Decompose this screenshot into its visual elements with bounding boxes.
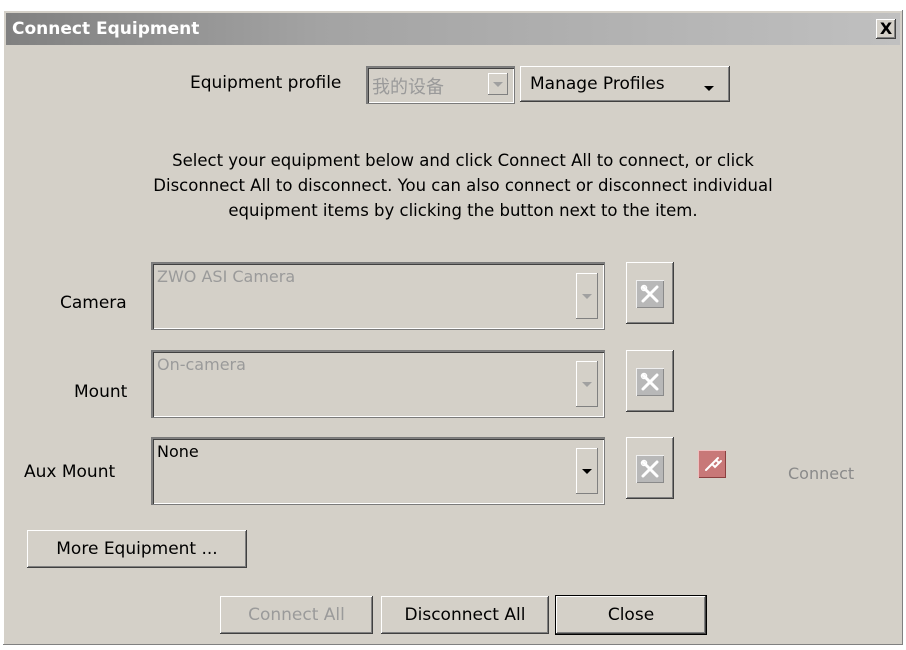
- camera-select[interactable]: ZWO ASI Camera: [151, 262, 605, 330]
- mount-setup-button[interactable]: [626, 350, 674, 412]
- aux-mount-value: None: [157, 442, 199, 461]
- disconnect-all-button[interactable]: Disconnect All: [381, 596, 549, 634]
- connect-equipment-dialog: Connect Equipment X Equipment profile 我的…: [3, 10, 903, 645]
- aux-mount-setup-button[interactable]: [626, 437, 674, 499]
- tools-icon: [636, 368, 664, 396]
- manage-profiles-label: Manage Profiles: [530, 74, 665, 94]
- chevron-down-icon: [582, 294, 592, 299]
- camera-value: ZWO ASI Camera: [157, 267, 296, 286]
- more-equipment-button[interactable]: More Equipment ...: [27, 530, 247, 568]
- close-window-button[interactable]: X: [876, 19, 896, 39]
- camera-setup-button[interactable]: [626, 262, 674, 324]
- close-button[interactable]: Close: [555, 595, 707, 635]
- title-bar: Connect Equipment X: [6, 13, 900, 45]
- camera-label: Camera: [60, 293, 127, 313]
- equipment-profile-value: 我的设备: [372, 77, 444, 98]
- aux-mount-connect-link[interactable]: Connect: [788, 464, 854, 483]
- aux-mount-label: Aux Mount: [24, 462, 116, 482]
- tools-icon: [636, 455, 664, 483]
- camera-dropdown[interactable]: [576, 273, 598, 319]
- plug-icon[interactable]: [698, 450, 726, 478]
- mount-select[interactable]: On-camera: [151, 350, 605, 418]
- equipment-profile-label: Equipment profile: [190, 73, 342, 93]
- chevron-down-icon: [582, 382, 592, 387]
- mount-dropdown[interactable]: [576, 361, 598, 407]
- instructions-text: Select your equipment below and click Co…: [153, 151, 773, 220]
- aux-mount-dropdown[interactable]: [576, 448, 598, 494]
- mount-label: Mount: [74, 382, 128, 402]
- equipment-profile-dropdown[interactable]: [488, 73, 508, 95]
- dialog-title: Connect Equipment: [12, 19, 200, 39]
- equipment-profile-select[interactable]: 我的设备: [366, 66, 515, 104]
- chevron-down-icon: [493, 82, 503, 87]
- chevron-down-icon: [704, 86, 714, 91]
- aux-mount-select[interactable]: None: [151, 437, 605, 505]
- connect-all-button[interactable]: Connect All: [220, 596, 373, 634]
- chevron-down-icon: [582, 469, 592, 474]
- mount-value: On-camera: [157, 355, 246, 374]
- tools-icon: [636, 280, 664, 308]
- manage-profiles-button[interactable]: Manage Profiles: [520, 66, 730, 102]
